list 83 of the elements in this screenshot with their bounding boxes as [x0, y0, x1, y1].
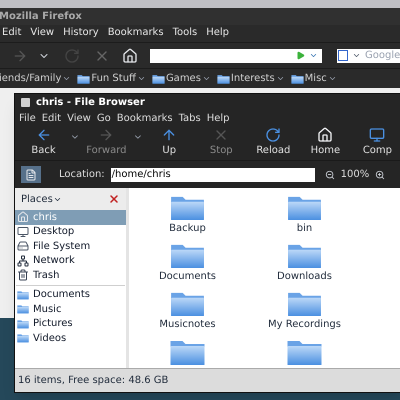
menu-item[interactable]: Help — [206, 110, 230, 126]
window-title: chris - File Browser — [36, 96, 145, 110]
dropdown-icon[interactable] — [352, 51, 361, 60]
dropdown-icon — [202, 74, 211, 83]
folder-icon — [286, 290, 323, 317]
window-title: Mozilla Firefox — [0, 10, 82, 24]
dropdown-icon — [276, 74, 285, 83]
places-item[interactable]: Music — [15, 302, 126, 316]
folder-icon — [17, 303, 29, 316]
folder-icon — [169, 194, 206, 221]
folder-icon — [169, 290, 206, 317]
places-item[interactable]: Videos — [15, 331, 126, 346]
menu-item[interactable]: Edit — [42, 110, 62, 126]
computer-icon — [369, 127, 386, 143]
go-icon[interactable] — [296, 51, 305, 60]
folder-name[interactable]: Backup — [169, 221, 206, 236]
folder-name[interactable]: Musicnotes — [159, 317, 216, 332]
location-field[interactable]: /home/chris — [110, 168, 315, 182]
bookmark-folder[interactable]: Interests — [216, 71, 285, 86]
menu-item[interactable]: Edit — [2, 25, 22, 40]
menu-item[interactable]: View — [30, 25, 54, 40]
toolbar-button[interactable]: Reload — [248, 127, 299, 158]
menu-item[interactable]: Help — [206, 25, 230, 40]
trash-icon — [17, 269, 29, 282]
toolbar-button[interactable]: Comp — [352, 127, 400, 158]
location-label: Location: — [59, 168, 105, 182]
bookmark-folder[interactable]: Fun Stuff — [77, 71, 146, 86]
folder-icon — [152, 74, 165, 84]
zoom-level: 100% — [340, 168, 370, 182]
menu-item[interactable]: Tools — [172, 25, 198, 40]
home-icon[interactable] — [122, 48, 138, 64]
desktop-icon — [17, 226, 29, 238]
menu-item[interactable]: History — [63, 25, 99, 40]
address-field[interactable] — [150, 48, 322, 62]
places-item[interactable]: Pictures — [15, 316, 126, 331]
folder-icon — [169, 242, 206, 269]
toolbar-button[interactable]: Back — [18, 127, 70, 158]
window-icon — [21, 98, 30, 107]
zoom-out-icon[interactable] — [324, 170, 335, 180]
folder-icon — [17, 318, 29, 330]
network-icon — [17, 254, 29, 267]
folder-icon — [216, 74, 230, 84]
places-item[interactable]: Trash — [15, 268, 126, 282]
dropdown-icon — [62, 74, 72, 83]
folder-icon — [77, 74, 90, 84]
folder-icon — [290, 74, 304, 84]
bookmark-folder[interactable]: Games — [152, 71, 211, 86]
places-item[interactable]: Network — [15, 254, 126, 268]
dropdown-icon — [328, 74, 337, 83]
toggle-sidebar-button[interactable] — [21, 166, 41, 183]
menu-item[interactable]: Tabs — [178, 110, 201, 126]
folder-icon — [17, 288, 29, 301]
status-bar-text: 16 items, Free space: 48.6 GB — [18, 374, 168, 388]
folder-icon — [286, 338, 323, 366]
folder-name[interactable]: My Recordings — [268, 317, 341, 332]
bookmark-folder[interactable]: Misc — [290, 71, 337, 86]
menu-item[interactable]: Bookmarks — [108, 25, 164, 40]
menu-item[interactable]: Bookmarks — [116, 110, 173, 126]
dropdown-icon[interactable] — [309, 51, 318, 60]
menu-item[interactable]: View — [67, 110, 91, 126]
toolbar-button[interactable]: Up — [144, 127, 195, 158]
reload-icon — [265, 127, 282, 143]
drive-icon — [17, 240, 29, 252]
dropdown-icon — [136, 74, 146, 83]
back-arrow-icon — [36, 127, 52, 143]
places-item[interactable]: Documents — [15, 288, 126, 302]
folder-icon — [286, 242, 323, 269]
menu-item[interactable]: File — [19, 110, 36, 126]
places-item[interactable]: File System — [15, 239, 126, 254]
toolbar-button[interactable]: Home — [300, 127, 351, 158]
home-icon — [317, 127, 334, 143]
folder-name[interactable]: Downloads — [277, 269, 332, 284]
bookmark-folder[interactable]: iends/Family — [0, 71, 72, 86]
location-mode-icon — [25, 168, 37, 180]
zoom-in-icon[interactable] — [375, 170, 386, 180]
folder-name[interactable]: bin — [296, 221, 312, 236]
folder-icon — [286, 194, 323, 221]
folder-icon — [17, 332, 29, 344]
places-item[interactable]: Desktop — [15, 224, 126, 239]
close-icon[interactable] — [108, 193, 120, 205]
menu-item[interactable]: Go — [96, 110, 111, 126]
folder-icon — [169, 338, 206, 366]
folder-name[interactable]: Documents — [158, 269, 216, 284]
